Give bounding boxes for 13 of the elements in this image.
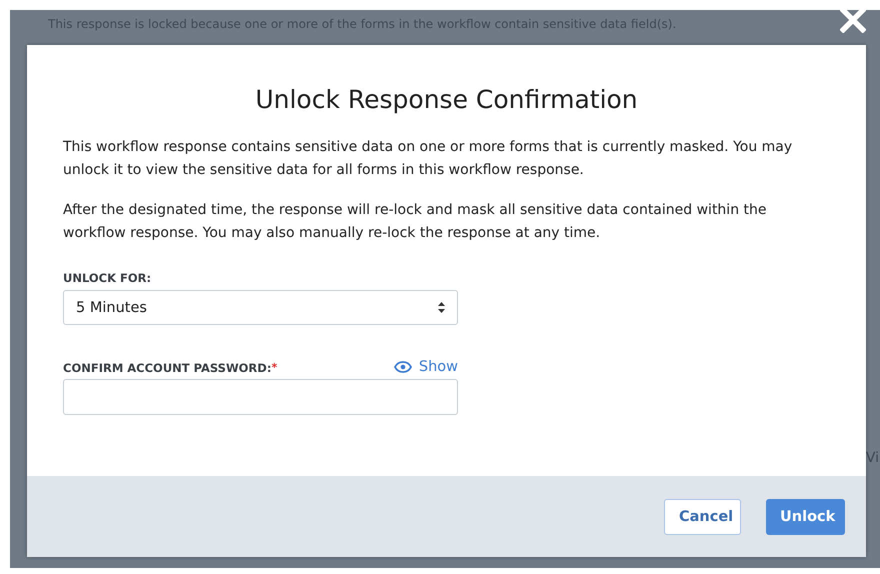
eye-icon — [394, 361, 412, 373]
duration-select[interactable]: 5 Minutes — [63, 290, 458, 325]
description-text: After the designated time, the response will re-lock and mask all sensitive data contained within the workflow response. You may also manually re-lock the response at any time. — [63, 201, 768, 243]
required-mark: * — [271, 361, 278, 374]
field-label: UNLOCK FOR: — [63, 271, 152, 285]
cancel-button[interactable]: Cancel — [664, 498, 741, 534]
password-field[interactable] — [63, 379, 458, 415]
show-password-link[interactable]: Show — [394, 359, 458, 375]
unlock-button[interactable]: Unlock — [766, 498, 845, 534]
close-icon[interactable] — [840, 7, 866, 33]
dialog-title: Unlock Response Confirmation — [254, 85, 639, 114]
updown-icon — [438, 302, 445, 313]
description-text: This workflow response contains sensitive data on one or more forms that is currently masked. You may unlock it to view the sensitive data for all forms in this workflow response. — [63, 138, 794, 180]
